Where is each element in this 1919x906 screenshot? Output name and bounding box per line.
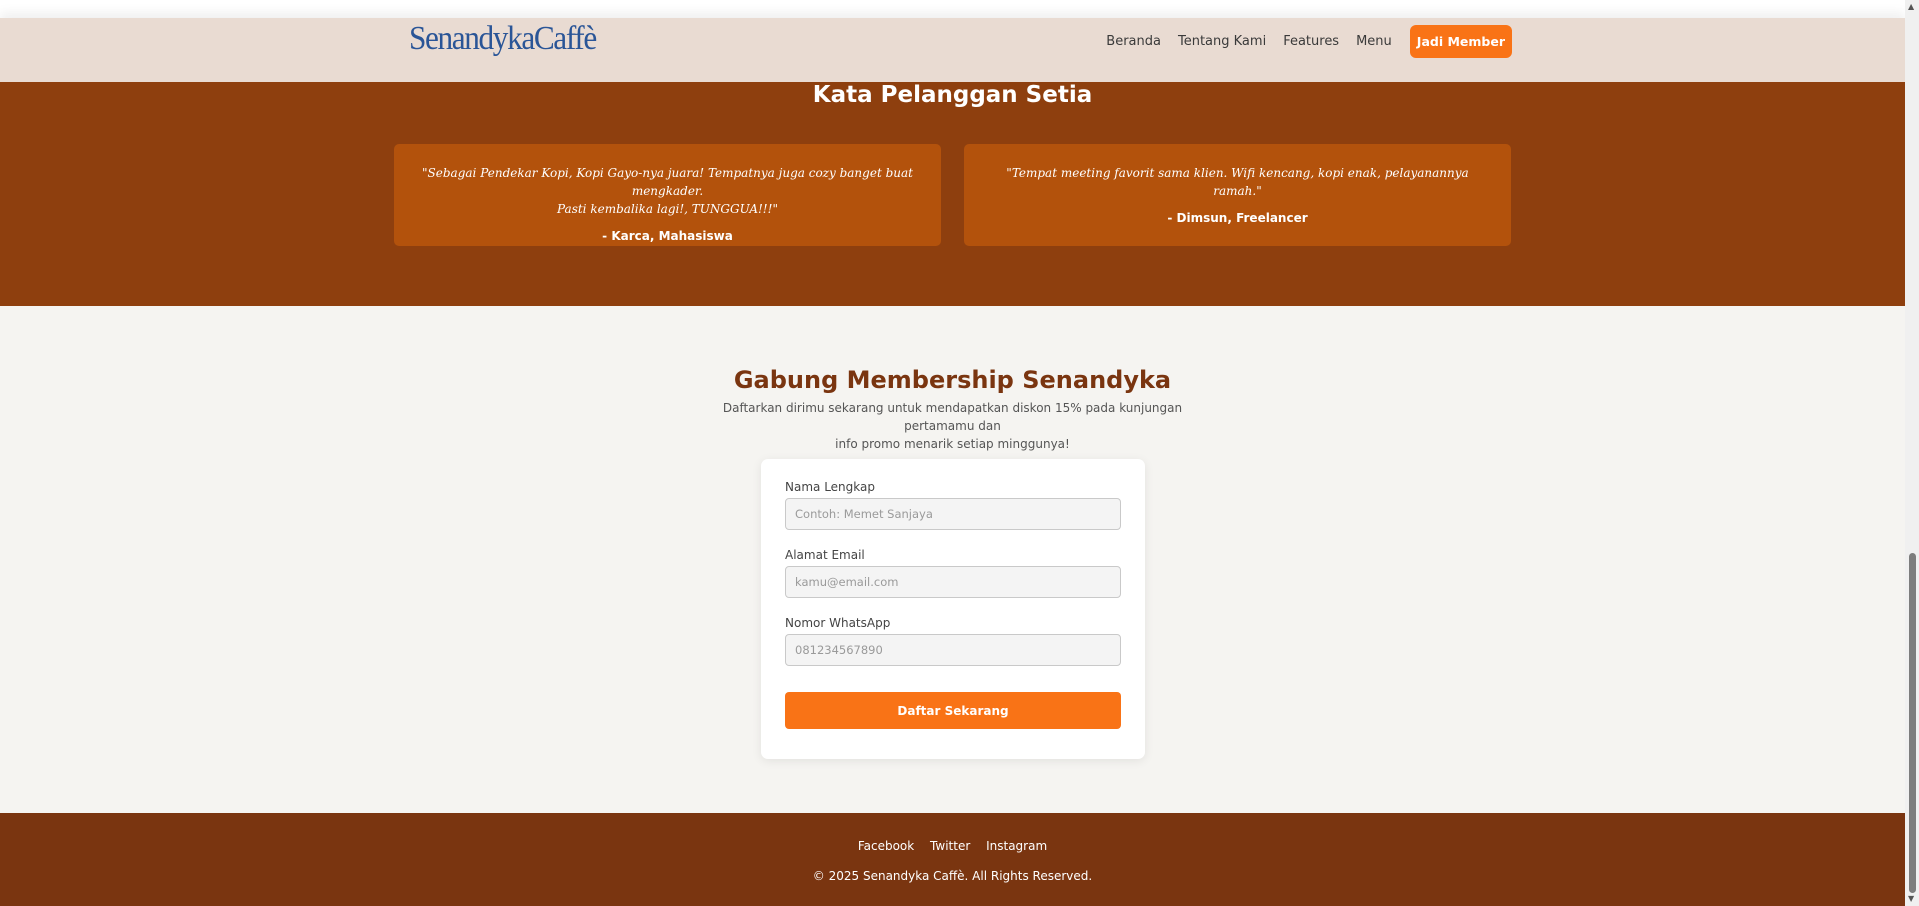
name-input[interactable] — [785, 498, 1121, 530]
membership-description-line: Daftarkan dirimu sekarang untuk mendapat… — [722, 401, 1183, 433]
nav-item-menu[interactable]: Menu — [1356, 34, 1392, 49]
testimonial-quote-line: "Tempat meeting favorit sama klien. Wifi… — [1006, 166, 1469, 198]
testimonial-quote: "Tempat meeting favorit sama klien. Wifi… — [992, 164, 1483, 200]
instagram-link[interactable]: Instagram — [986, 839, 1047, 853]
scroll-down-icon[interactable]: ▼ — [1908, 895, 1914, 903]
navbar: SenandykaCaffè Beranda Tentang Kami Feat… — [0, 18, 1905, 82]
footer: Facebook Twitter Instagram © 2025 Senand… — [0, 813, 1905, 906]
facebook-link[interactable]: Facebook — [858, 839, 914, 853]
scroll-up-icon[interactable]: ▲ — [1908, 3, 1914, 11]
email-label: Alamat Email — [785, 548, 865, 562]
scrollbar[interactable]: ▲ ▼ — [1905, 0, 1919, 906]
membership-description: Daftarkan dirimu sekarang untuk mendapat… — [700, 399, 1205, 453]
testimonial-card: "Tempat meeting favorit sama klien. Wifi… — [964, 144, 1511, 246]
twitter-link[interactable]: Twitter — [930, 839, 970, 853]
nav-item-features[interactable]: Features — [1283, 34, 1339, 49]
testimonials-title: Kata Pelanggan Setia — [812, 82, 1093, 108]
register-button[interactable]: Daftar Sekarang — [785, 692, 1121, 729]
membership-description-line: info promo menarik setiap minggunya! — [835, 437, 1070, 451]
testimonial-card: "Sebagai Pendekar Kopi, Kopi Gayo-nya ju… — [394, 144, 941, 246]
name-label: Nama Lengkap — [785, 480, 875, 494]
testimonial-author: - Karca, Mahasiswa — [602, 229, 733, 243]
membership-title: Gabung Membership Senandyka — [733, 366, 1172, 394]
membership-section: Gabung Membership Senandyka Daftarkan di… — [0, 306, 1905, 813]
testimonial-quote: "Sebagai Pendekar Kopi, Kopi Gayo-nya ju… — [422, 164, 913, 218]
top-strip — [0, 0, 1905, 18]
testimonial-quote-line: "Sebagai Pendekar Kopi, Kopi Gayo-nya ju… — [422, 166, 913, 198]
testimonials-section: Kata Pelanggan Setia "Sebagai Pendekar K… — [0, 82, 1905, 306]
nav-item-tentang-kami[interactable]: Tentang Kami — [1178, 34, 1266, 49]
copyright-text: © 2025 Senandyka Caffè. All Rights Reser… — [812, 869, 1093, 883]
logo[interactable]: SenandykaCaffè — [409, 20, 597, 58]
join-member-button[interactable]: Jadi Member — [1409, 25, 1512, 58]
whatsapp-input[interactable] — [785, 634, 1121, 666]
email-input[interactable] — [785, 566, 1121, 598]
testimonial-quote-line: Pasti kembalika lagi!, TUNGGUA!!!" — [557, 202, 778, 216]
nav-item-beranda[interactable]: Beranda — [1106, 34, 1161, 49]
membership-form: Nama Lengkap Alamat Email Nomor WhatsApp… — [761, 459, 1145, 759]
whatsapp-label: Nomor WhatsApp — [785, 616, 891, 630]
scrollbar-thumb[interactable] — [1909, 553, 1916, 893]
social-links: Facebook Twitter Instagram — [0, 839, 1905, 853]
testimonial-author: - Dimsun, Freelancer — [1167, 211, 1308, 225]
page: SenandykaCaffè Beranda Tentang Kami Feat… — [0, 0, 1905, 906]
main-nav: Beranda Tentang Kami Features Menu Jadi … — [1089, 25, 1512, 58]
